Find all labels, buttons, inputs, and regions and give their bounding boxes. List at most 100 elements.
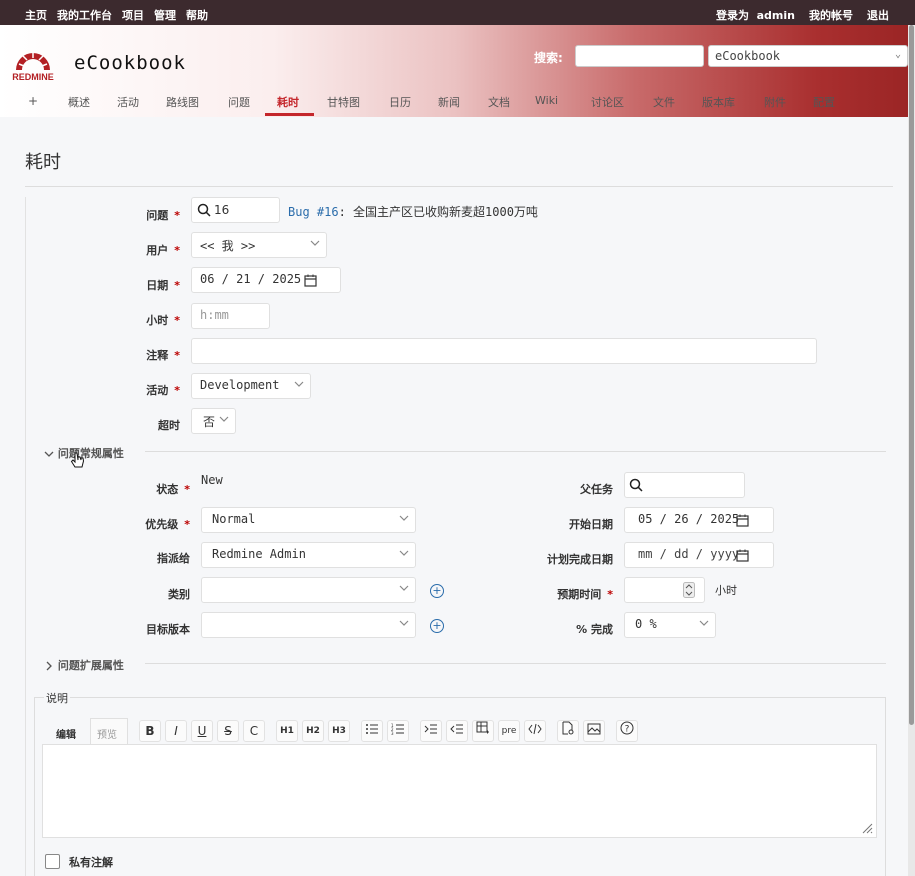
logged-in-user[interactable]: admin xyxy=(757,9,795,22)
image-button[interactable] xyxy=(583,720,605,742)
search-input[interactable] xyxy=(575,45,704,67)
tab-roadmap[interactable]: 路线图 xyxy=(166,94,199,110)
tab-activity[interactable]: 活动 xyxy=(117,94,139,110)
top-menu-my-page[interactable]: 我的工作台 xyxy=(57,7,112,23)
issue-id-input[interactable]: 16 xyxy=(191,197,280,223)
hours-placeholder: h:mm xyxy=(200,308,229,322)
bold-button[interactable]: B xyxy=(139,720,161,742)
help-button[interactable]: ? xyxy=(616,720,638,742)
underline-button[interactable]: U xyxy=(191,720,213,742)
estimated-time-label-text: 预期时间 xyxy=(557,588,602,601)
resize-handle-icon[interactable] xyxy=(861,822,873,834)
ordered-list-button[interactable]: 123 xyxy=(387,720,409,742)
wiki-link-button[interactable] xyxy=(557,720,579,742)
svg-text:3: 3 xyxy=(391,731,394,735)
required-mark: * xyxy=(174,209,180,222)
calendar-icon[interactable] xyxy=(736,514,749,527)
chevron-down-icon xyxy=(219,416,229,422)
calendar-icon[interactable] xyxy=(736,549,749,562)
add-version-icon[interactable]: + xyxy=(430,619,444,633)
image-icon xyxy=(587,723,601,735)
scrollbar-thumb[interactable] xyxy=(909,25,914,725)
estimated-time-input[interactable] xyxy=(624,577,705,603)
private-notes-checkbox[interactable] xyxy=(45,854,60,869)
chevron-down-icon xyxy=(310,240,320,246)
heading3-button[interactable]: H3 xyxy=(328,720,350,742)
activity-select[interactable]: Development xyxy=(191,373,311,399)
description-textarea[interactable] xyxy=(42,744,877,838)
redmine-logo[interactable]: REDMINE xyxy=(10,42,56,84)
tab-overview[interactable]: 概述 xyxy=(68,94,90,110)
activity-label: 活动 * xyxy=(120,382,180,398)
start-date-input[interactable]: 05 / 26 / 2025 xyxy=(624,507,774,533)
tab-attachments[interactable]: 附件 xyxy=(764,94,786,110)
extended-attributes-toggle[interactable]: 问题扩展属性 xyxy=(44,657,124,673)
pre-button[interactable]: pre xyxy=(498,720,520,742)
outdent-icon xyxy=(450,724,463,734)
top-menu-help[interactable]: 帮助 xyxy=(186,7,208,23)
comments-input[interactable] xyxy=(191,338,817,364)
indent-icon xyxy=(424,724,437,734)
date-input[interactable]: 06 / 21 / 2025 xyxy=(191,267,341,293)
add-category-icon[interactable]: + xyxy=(430,584,444,598)
hours-input[interactable]: h:mm xyxy=(191,303,270,329)
table-button[interactable] xyxy=(472,720,494,742)
indent-button[interactable] xyxy=(420,720,442,742)
date-label-text: 日期 xyxy=(146,279,169,292)
spinner-icon[interactable] xyxy=(683,582,695,598)
issue-link[interactable]: Bug #16 xyxy=(288,205,339,219)
priority-select[interactable]: Normal xyxy=(201,507,416,533)
tab-news[interactable]: 新闻 xyxy=(438,94,460,110)
project-jump-value: eCookbook xyxy=(715,49,781,63)
tab-preview[interactable]: 预览 xyxy=(97,726,117,741)
tab-forums[interactable]: 讨论区 xyxy=(591,94,624,110)
chevron-down-icon xyxy=(294,381,304,387)
chevron-down-icon: ⌄ xyxy=(894,49,901,60)
top-menu-logout[interactable]: 退出 xyxy=(867,7,889,23)
tab-issues[interactable]: 问题 xyxy=(228,94,250,110)
unordered-list-button[interactable] xyxy=(361,720,383,742)
due-date-input[interactable]: mm / dd / yyyy xyxy=(624,542,774,568)
user-select[interactable]: << 我 >> xyxy=(191,232,327,258)
category-select[interactable] xyxy=(201,577,416,603)
tab-calendar[interactable]: 日历 xyxy=(389,94,411,110)
new-object-plus-icon[interactable]: + xyxy=(28,94,38,108)
required-mark: * xyxy=(174,244,180,257)
assignee-select[interactable]: Redmine Admin xyxy=(201,542,416,568)
target-version-select[interactable] xyxy=(201,612,416,638)
tab-documents[interactable]: 文档 xyxy=(488,94,510,110)
page-title: 耗时 xyxy=(25,152,61,173)
required-mark: * xyxy=(174,279,180,292)
code-block-button[interactable] xyxy=(524,720,546,742)
tab-edit[interactable]: 编辑 xyxy=(56,726,76,741)
help-icon: ? xyxy=(620,721,634,735)
overtime-select[interactable]: 否 xyxy=(191,408,236,434)
top-menu-home[interactable]: 主页 xyxy=(25,7,47,23)
inline-code-button[interactable]: C xyxy=(243,720,265,742)
status-label-text: 状态 xyxy=(156,483,179,496)
strikethrough-button[interactable]: S xyxy=(217,720,239,742)
due-date-label-text: 计划完成日期 xyxy=(547,553,613,566)
heading1-button[interactable]: H1 xyxy=(276,720,298,742)
scrollbar[interactable] xyxy=(908,25,915,876)
top-menu-projects[interactable]: 项目 xyxy=(122,7,144,23)
tab-settings[interactable]: 配置 xyxy=(813,94,835,110)
project-jump-select[interactable]: eCookbook ⌄ xyxy=(708,45,908,67)
top-menu-admin[interactable]: 管理 xyxy=(154,7,176,23)
estimated-time-label: 预期时间 * xyxy=(520,586,613,602)
outdent-button[interactable] xyxy=(446,720,468,742)
tab-files[interactable]: 文件 xyxy=(653,94,675,110)
italic-button[interactable]: I xyxy=(165,720,187,742)
assignee-select-value: Redmine Admin xyxy=(212,547,306,561)
chevron-down-icon xyxy=(399,585,409,591)
tab-repository[interactable]: 版本库 xyxy=(702,94,735,110)
done-ratio-select[interactable]: 0 % xyxy=(624,612,716,638)
parent-task-input[interactable] xyxy=(624,472,745,498)
heading2-button[interactable]: H2 xyxy=(302,720,324,742)
tab-wiki[interactable]: Wiki xyxy=(535,94,558,107)
tab-time-entries[interactable]: 耗时 xyxy=(277,94,299,110)
tab-gantt[interactable]: 甘特图 xyxy=(327,94,360,110)
calendar-icon[interactable] xyxy=(304,274,317,287)
top-menu-my-account[interactable]: 我的帐号 xyxy=(809,7,853,23)
search-icon xyxy=(197,203,211,217)
